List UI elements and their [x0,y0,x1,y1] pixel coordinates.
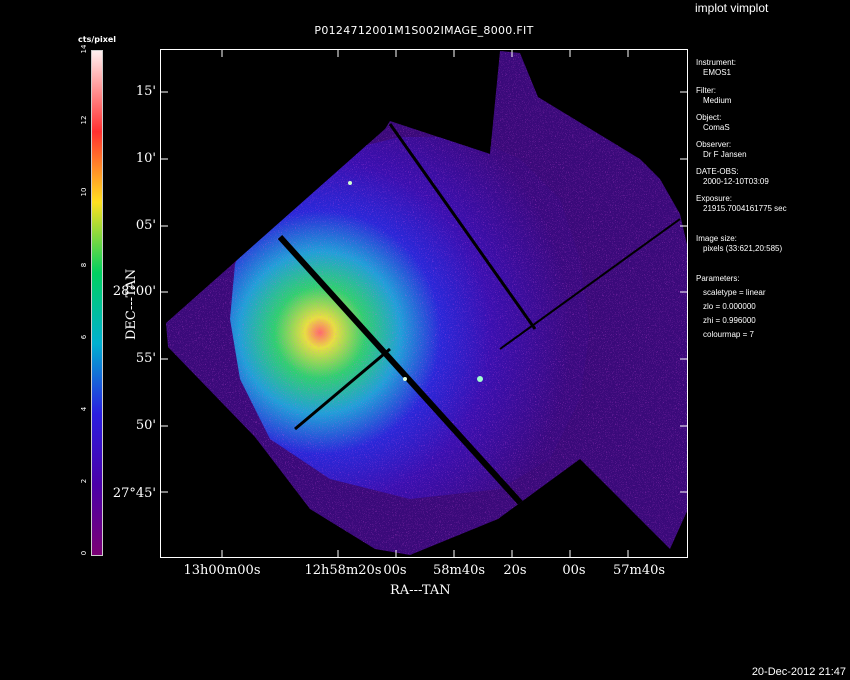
metadata-date-obs: DATE-OBS: 2000-12-10T03:09 [696,167,769,187]
metadata-image-size: Image size: pixels (33:621,20:585) [696,234,782,254]
x-tick-label: 13h00m00s [183,563,261,578]
x-tick-label: 12h58m20s [304,563,382,578]
meta-key: Filter: [696,86,716,95]
meta-param: scaletype = linear [703,288,766,297]
metadata-observer: Observer: Dr F Jansen [696,140,747,160]
meta-key: Exposure: [696,194,733,203]
y-tick-label: 27°45' [112,486,156,501]
timestamp: 20-Dec-2012 21:47 [751,666,846,678]
colorbar-tick: 4 [80,406,88,412]
y-axis-title: DEC---TAN [124,268,139,340]
colorbar [91,50,103,556]
metadata-filter: Filter: Medium [696,86,731,106]
meta-key: Object: [696,113,722,122]
x-tick-label: 20s [503,563,527,578]
program-title: implot vimplot [695,1,769,15]
metadata-exposure: Exposure: 21915.7004161775 sec [696,194,787,214]
meta-key: Observer: [696,140,732,149]
meta-param: zhi = 0.996000 [703,316,756,325]
meta-value: Medium [703,96,732,105]
metadata-object: Object: ComaS [696,113,730,133]
y-tick-label: 10' [135,151,156,166]
x-tick-label: 57m40s [612,563,666,578]
colorbar-tick: 0 [80,550,88,556]
x-tick-label: 00s [562,563,586,578]
x-tick-label: 00s [383,563,407,578]
meta-param: zlo = 0.000000 [703,302,756,311]
tick-marks [160,49,688,558]
metadata-parameters: Parameters: scaletype = linear zlo = 0.0… [696,274,765,340]
y-tick-label: 15' [135,84,156,99]
y-tick-label: 55' [135,351,156,366]
meta-value: Dr F Jansen [703,150,747,159]
meta-key: Parameters: [696,274,740,283]
y-tick-label: 05' [135,218,156,233]
metadata-instrument: Instrument: EMOS1 [696,58,736,78]
meta-value: pixels (33:621,20:585) [703,244,783,253]
meta-key: Instrument: [696,58,737,67]
colorbar-tick: 8 [80,262,88,268]
figure-title: P0124712001M1S002IMAGE_8000.FIT [314,24,534,37]
colorbar-tick: 14 [80,44,88,54]
meta-value: ComaS [703,123,730,132]
y-tick-label: 50' [135,418,156,433]
meta-key: DATE-OBS: [696,167,739,176]
x-axis-title: RA---TAN [390,583,451,598]
meta-value: EMOS1 [703,68,732,77]
meta-key: Image size: [696,234,737,243]
colorbar-tick: 6 [80,334,88,340]
meta-value: 2000-12-10T03:09 [703,177,769,186]
colorbar-tick: 10 [80,187,88,197]
meta-value: 21915.7004161775 sec [703,204,787,213]
colorbar-tick: 12 [80,115,88,125]
x-tick-label: 58m40s [432,563,486,578]
colorbar-tick: 2 [80,478,88,484]
meta-param: colourmap = 7 [703,330,754,339]
